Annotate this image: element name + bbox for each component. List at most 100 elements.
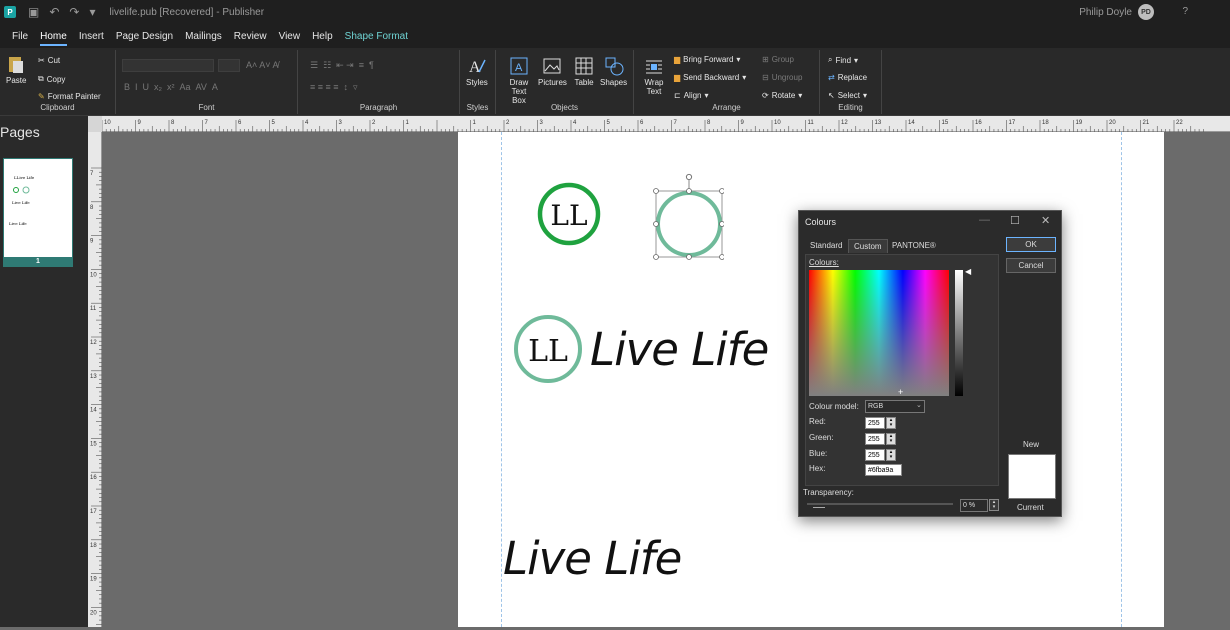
selected-circle-shape[interactable] [648,173,724,263]
shapes-button[interactable]: Shapes [600,56,627,87]
group-button[interactable]: ⊞ Group [762,55,794,64]
ruler-label: 20 [1109,120,1116,126]
logo-monogram-teal: LL [528,334,568,369]
user-account[interactable]: Philip Doyle PD [1079,4,1154,20]
replace-button[interactable]: ⇄ Replace [828,73,867,82]
pictures-button[interactable]: Pictures [538,56,567,87]
tab-help[interactable]: Help [306,31,339,48]
font-grow-icons[interactable]: A˄ A˅ A̸ [246,60,279,70]
user-name: Philip Doyle [1079,6,1132,18]
undo-icon[interactable]: ↶ [49,5,59,19]
find-button[interactable]: ⌕ Find ▾ [828,55,858,65]
luminance-slider[interactable] [955,270,963,396]
logo-text[interactable]: Live Life [590,323,769,376]
ruler-label: 5 [272,120,276,126]
draw-text-box-button[interactable]: A Draw Text Box [504,56,534,105]
new-label: New [1023,440,1040,449]
align-icon: ⊏ [674,91,681,100]
large-heading-text[interactable]: Live Life [503,532,682,585]
arrange-group: Wrap Text ▆ Bring Forward ▾ ▆ Send Backward… [634,50,820,114]
format-painter-button[interactable]: ✎ Format Painter [38,92,101,101]
cancel-button[interactable]: Cancel [1006,258,1056,273]
green-logo[interactable]: LL [536,181,602,247]
maximize-icon[interactable]: ☐ [1010,214,1020,227]
horizontal-ruler[interactable]: 10 9 8 7 6 5 4 3 2 1 1 2 3 4 5 6 7 8 9 10 11 12 13 14 15 16 17 18 19… [88,116,1230,132]
transparency-stepper[interactable]: ▴ ▾ [989,499,999,511]
avatar[interactable]: PD [1138,4,1154,20]
ruler-label: 8 [707,120,711,126]
font-name-box[interactable] [122,59,214,72]
page-thumbnail[interactable]: LLive Life Live Life Live Life [3,158,73,266]
close-icon[interactable]: ✕ [1041,214,1050,227]
tab-insert[interactable]: Insert [73,31,110,48]
red-input[interactable]: 255 [865,417,885,429]
rotate-button[interactable]: ⟳ Rotate ▾ [762,91,802,100]
red-stepper[interactable]: ▴ ▾ [886,417,896,429]
tab-pantone[interactable]: PANTONE® [887,239,941,252]
save-icon[interactable]: ▣ [28,5,39,19]
tab-standard[interactable]: Standard [805,239,847,252]
ruler-label: 13 [875,120,882,126]
styles-button[interactable]: A Styles [466,56,488,87]
transparency-slider[interactable] [807,503,953,505]
copy-button[interactable]: ⧉ Copy [38,74,65,84]
help-icon[interactable]: ? [1182,6,1188,17]
ungroup-button[interactable]: ⊟ Ungroup [762,73,802,82]
teal-logo[interactable]: LL [512,313,586,387]
redo-icon[interactable]: ↷ [69,5,79,19]
pictures-icon [543,58,561,74]
logo-monogram-green: LL [550,199,587,232]
ruler-label: 5 [607,120,611,126]
ruler-label: 7 [90,171,94,177]
luminance-arrow-icon[interactable]: ◀ [965,267,971,276]
align-icons[interactable]: ≡ ≡ ≡ ≡ ↕ ▿ [310,82,358,93]
send-backward-button[interactable]: ▆ Send Backward ▾ [674,73,746,82]
hex-input[interactable]: #6fba9a [865,464,902,476]
green-input[interactable]: 255 [865,433,885,445]
paragraph-group-label: Paragraph [359,103,398,112]
vertical-ruler[interactable]: 789101112131415161718192021 [88,132,102,629]
align-button[interactable]: ⊏ Align ▾ [674,91,709,100]
colour-spectrum[interactable] [809,270,949,396]
chevron-down-icon: ⌄ [916,402,922,409]
ruler-label: 21 [1143,120,1150,126]
tab-home[interactable]: Home [34,31,73,48]
table-button[interactable]: Table [574,56,594,87]
resize-handles[interactable] [653,188,725,260]
clipboard-group-label: Clipboard [40,103,75,112]
tab-file[interactable]: File [6,31,34,48]
wrap-text-button[interactable]: Wrap Text [640,56,668,96]
transparency-slider-thumb[interactable] [813,500,825,508]
styles-group-label: Styles [466,103,489,112]
tab-custom[interactable]: Custom [848,239,888,253]
font-size-box[interactable] [218,59,240,72]
ruler-label: 17 [1009,120,1016,126]
green-stepper[interactable]: ▴ ▾ [886,433,896,445]
cut-button[interactable]: ✂ Cut [38,56,60,65]
font-format-icons[interactable]: B I U x₂ x² Aa AV A [124,82,218,92]
select-button[interactable]: ↖ Select ▾ [828,91,867,100]
chevron-down-icon: ▾ [736,55,741,64]
list-icons[interactable]: ☰ ☷ ⇤ ⇥ ≡ ¶ [310,60,374,71]
blue-stepper[interactable]: ▴ ▾ [886,449,896,461]
paste-button[interactable]: Paste [6,54,26,85]
tab-page-design[interactable]: Page Design [110,31,179,48]
customize-qat-icon[interactable]: ▾ [89,5,95,19]
blue-input[interactable]: 255 [865,449,885,461]
tab-shape-format[interactable]: Shape Format [339,31,414,48]
ruler-label: 12 [90,340,97,346]
horizontal-ruler-ticks: 10 9 8 7 6 5 4 3 2 1 1 2 3 4 5 6 7 8 9 10 11 12 13 14 15 16 17 18 19… [101,120,1204,132]
rotation-handle[interactable] [685,173,693,181]
ruler-label: 10 [104,120,111,126]
ruler-label: 8 [171,120,175,126]
tab-review[interactable]: Review [228,31,273,48]
crosshair-icon[interactable]: + [898,387,903,397]
send-backward-icon: ▆ [674,73,681,82]
window-title: livelife.pub [Recovered] - Publisher [109,6,265,18]
bring-forward-button[interactable]: ▆ Bring Forward ▾ [674,55,740,64]
tab-mailings[interactable]: Mailings [179,31,228,48]
chevron-down-icon: ▾ [742,73,747,82]
transparency-input[interactable]: 0 % [960,499,988,512]
tab-view[interactable]: View [273,31,307,48]
ok-button[interactable]: OK [1006,237,1056,252]
